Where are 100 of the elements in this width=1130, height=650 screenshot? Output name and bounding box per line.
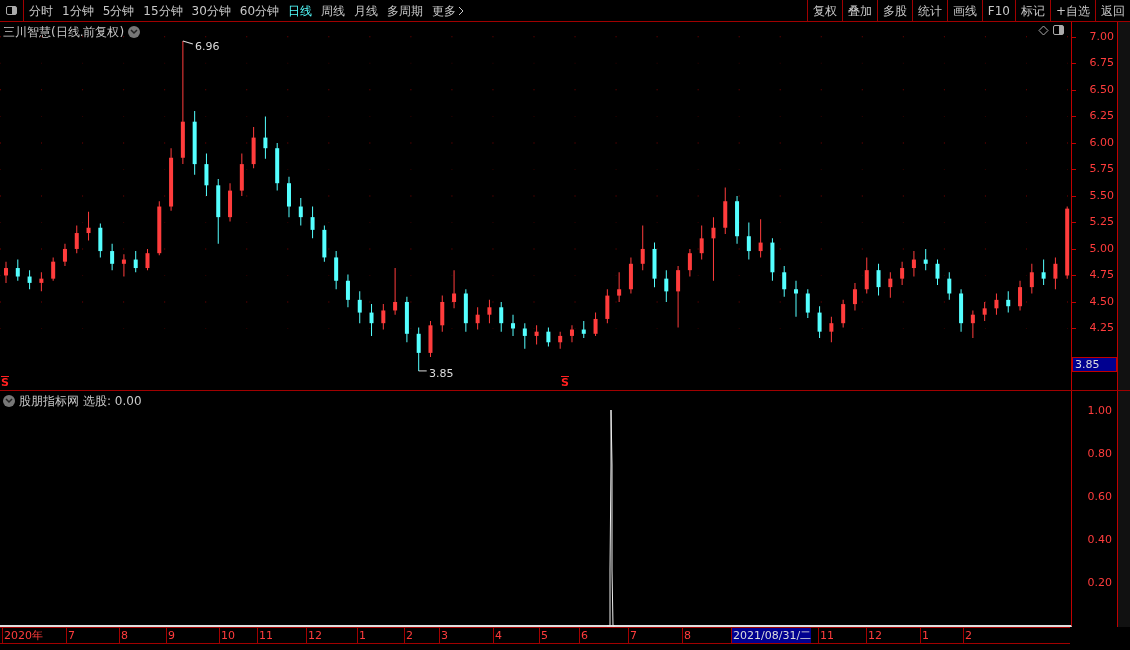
period-tab[interactable]: 5分钟 (102, 1, 135, 20)
candlestick (345, 273, 350, 308)
candlestick (475, 306, 480, 331)
candlestick (994, 293, 999, 316)
price-axis-label: 4.50 (1089, 295, 1114, 308)
candlestick (404, 296, 409, 343)
price-axis-label: 6.50 (1089, 83, 1114, 96)
candlestick (1041, 259, 1046, 286)
diamond-icon[interactable] (1038, 25, 1049, 36)
candlestick (546, 326, 551, 347)
time-axis-label: 2021/08/31/二 (731, 628, 812, 643)
time-axis-label: 2020年 (2, 628, 43, 643)
price-axis-label: 4.25 (1089, 322, 1114, 335)
leader-line (182, 40, 194, 45)
candlestick (381, 303, 386, 331)
price-axis-label: 5.75 (1089, 163, 1114, 176)
candlestick (110, 243, 115, 271)
candlestick (522, 322, 527, 350)
period-tab[interactable]: 多周期 (387, 1, 424, 20)
candlestick (1006, 290, 1011, 314)
candlestick (121, 253, 126, 277)
period-tab[interactable]: 日线 (288, 1, 313, 20)
candlestick (864, 256, 869, 294)
candlestick (1053, 256, 1058, 290)
candlestick (640, 225, 645, 271)
candlestick (923, 248, 928, 271)
candlestick (334, 250, 339, 290)
candlestick (876, 263, 881, 297)
candlestick (133, 250, 138, 273)
period-tab[interactable]: 30分钟 (191, 1, 231, 20)
indicator-axis-label: 0.80 (1087, 448, 1112, 460)
candlestick (298, 197, 303, 227)
candlestick (770, 237, 775, 282)
candlestick (204, 153, 209, 197)
more-button[interactable]: 更多 (432, 1, 465, 20)
chevron-down-icon[interactable] (128, 26, 141, 38)
candlestick (157, 200, 162, 256)
indicator-axis-label: 0.60 (1087, 491, 1112, 503)
toolbar-button[interactable]: 叠加 (841, 0, 877, 21)
time-axis-label: 4 (493, 628, 502, 643)
candlestick (982, 301, 987, 322)
period-tab[interactable]: 60分钟 (239, 1, 280, 20)
candlestick (239, 153, 244, 197)
candlestick (416, 326, 421, 372)
toolbar-button[interactable]: 标记 (1014, 0, 1050, 21)
toolbar-button[interactable]: F10 (981, 0, 1015, 21)
candlestick (369, 303, 374, 337)
period-tab[interactable]: 分时 (29, 1, 53, 20)
price-axis-label: 5.25 (1089, 216, 1114, 229)
chevron-down-icon[interactable] (3, 395, 15, 407)
candlestick (852, 282, 857, 311)
candlestick (676, 265, 681, 328)
panel-icon[interactable] (1053, 25, 1064, 35)
time-axis-label: 11 (818, 628, 834, 643)
time-axis-label: 11 (257, 628, 273, 643)
toolbar-button[interactable]: 画线 (946, 0, 982, 21)
candlestick (947, 271, 952, 301)
candlestick (145, 248, 150, 271)
candlestick (829, 316, 834, 343)
time-axis-label: 10 (219, 628, 235, 643)
candlestick (900, 261, 905, 286)
price-axis-label: 5.50 (1089, 189, 1114, 202)
candlestick (39, 271, 44, 292)
candlestick (98, 223, 103, 258)
period-tab[interactable]: 15分钟 (143, 1, 183, 20)
leader-line (418, 370, 428, 372)
toolbar-button[interactable]: 统计 (911, 0, 947, 21)
price-axis-label: 7.00 (1089, 30, 1114, 43)
time-axis-label: 12 (866, 628, 882, 643)
price-axis-label: 6.25 (1089, 110, 1114, 123)
candlestick (935, 259, 940, 286)
candlestick (51, 256, 56, 282)
candlestick (581, 320, 586, 339)
indicator-axis-label: 1.00 (1087, 405, 1112, 417)
candlestick (805, 288, 810, 319)
candlestick (463, 288, 468, 333)
candlestick (711, 216, 716, 282)
candlestick (758, 218, 763, 258)
candlestick (664, 269, 669, 303)
candlestick (782, 265, 787, 298)
toolbar-button[interactable]: 返回 (1095, 0, 1130, 21)
time-axis-label: 7 (66, 628, 75, 643)
candlestick (1029, 263, 1034, 294)
candlestick (428, 320, 433, 358)
candlestick (216, 178, 221, 245)
toolbar-button[interactable]: +自选 (1049, 0, 1095, 21)
period-tab[interactable]: 周线 (321, 1, 346, 20)
chevron-right-icon (458, 5, 465, 16)
candlestick (605, 288, 610, 324)
candlestick (888, 271, 893, 299)
candlestick (275, 142, 280, 192)
price-axis-label: 6.75 (1089, 57, 1114, 70)
candlestick (452, 269, 457, 309)
time-axis-label: 1 (357, 628, 366, 643)
candlestick (74, 225, 79, 254)
toolbar-button[interactable]: 复权 (806, 0, 842, 21)
toolbar-button[interactable]: 多股 (876, 0, 912, 21)
period-tab[interactable]: 月线 (354, 1, 379, 20)
period-tab[interactable]: 1分钟 (62, 1, 94, 20)
time-axis-label: 6 (579, 628, 588, 643)
